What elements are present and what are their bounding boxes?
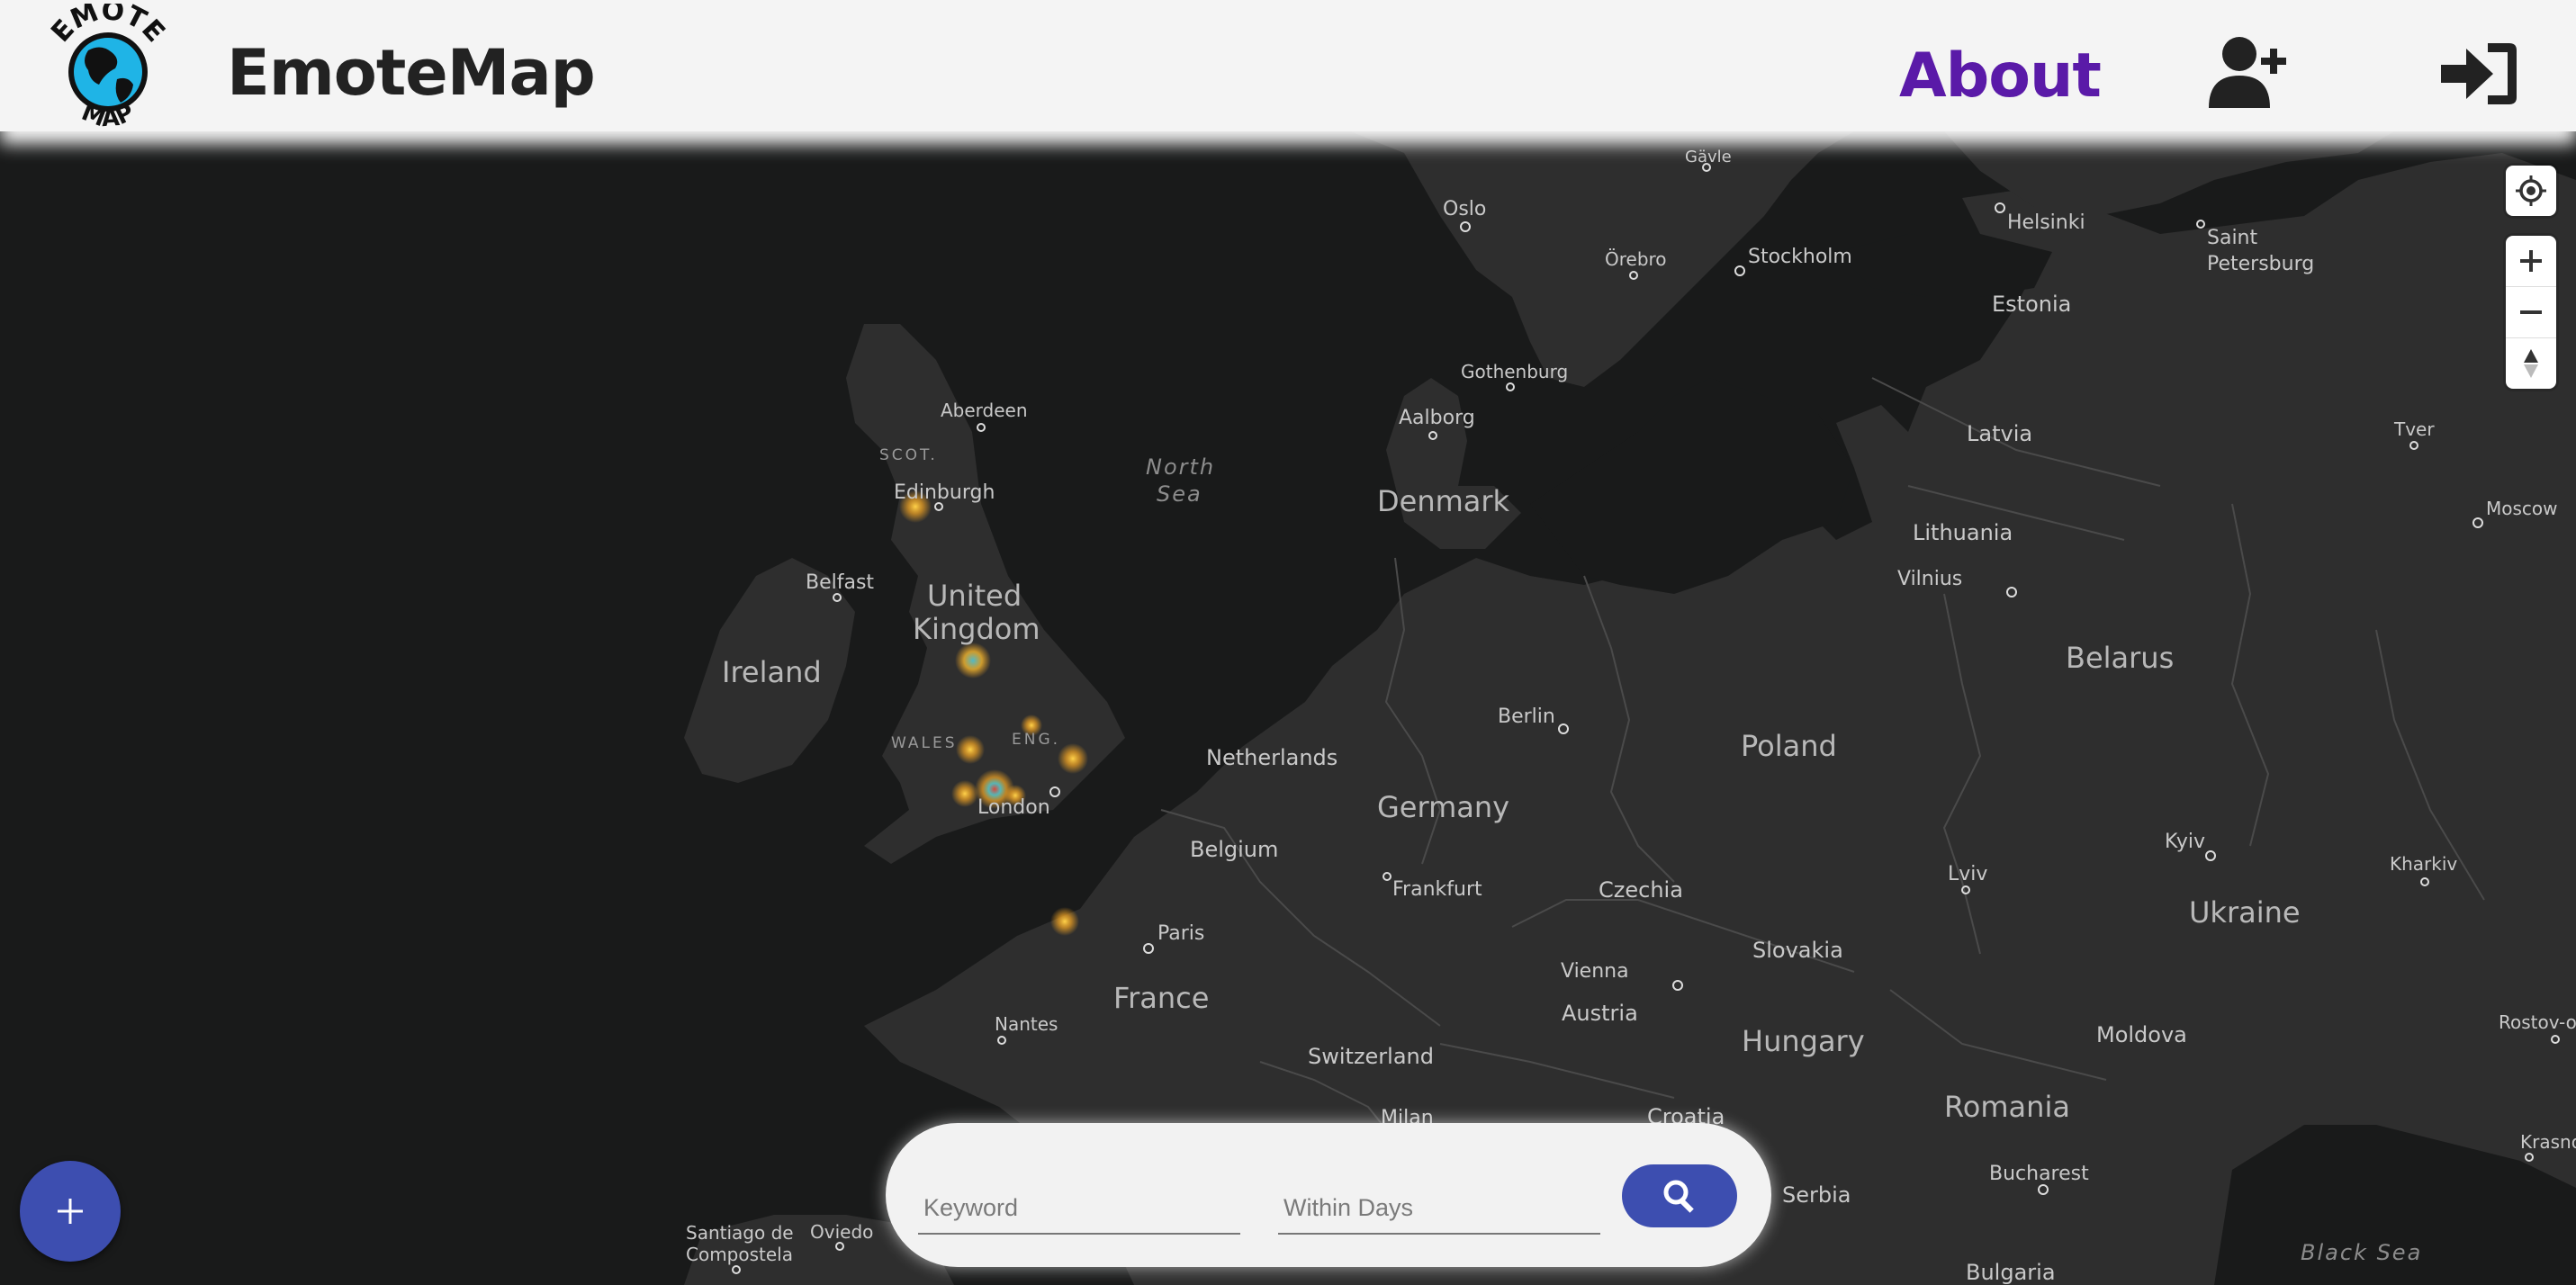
user-plus-icon[interactable]: [2203, 34, 2293, 115]
label-ukraine: Ukraine: [2189, 895, 2301, 930]
label-latvia: Latvia: [1967, 421, 2032, 446]
compass-button[interactable]: [2506, 337, 2556, 389]
label-poland: Poland: [1741, 729, 1837, 763]
label-hungary: Hungary: [1742, 1024, 1865, 1058]
label-vilnius: Vilnius: [1897, 568, 1962, 590]
label-tver: Tver: [2393, 418, 2435, 440]
label-bucharest: Bucharest: [1989, 1163, 2089, 1185]
label-kingdom: Kingdom: [913, 612, 1040, 646]
label-scot: SCOT.: [879, 446, 938, 464]
label-lithuania: Lithuania: [1913, 520, 2013, 545]
label-vienna: Vienna: [1561, 960, 1629, 983]
label-lviv: Lviv: [1948, 863, 1987, 885]
label-paris: Paris: [1157, 922, 1204, 945]
within-days-input[interactable]: [1278, 1182, 1600, 1235]
label-denmark: Denmark: [1377, 484, 1510, 518]
label-austria: Austria: [1562, 1001, 1638, 1026]
zoom-out-button[interactable]: [2506, 286, 2556, 337]
label-kyiv: Kyiv: [2165, 831, 2205, 853]
label-wales: WALES: [891, 734, 958, 752]
label-compostela: Compostela: [686, 1244, 793, 1265]
label-north: North: [1146, 454, 1215, 480]
label-belfast: Belfast: [806, 571, 874, 594]
label-gavle: Gävle: [1685, 148, 1732, 166]
label-edinburgh: Edinburgh: [894, 481, 995, 504]
label-oslo: Oslo: [1443, 198, 1486, 220]
zoom-controls: [2506, 236, 2556, 389]
label-germany: Germany: [1377, 790, 1509, 824]
search-icon: [1663, 1180, 1694, 1213]
label-stockholm: Stockholm: [1748, 246, 1852, 268]
label-berlin: Berlin: [1498, 705, 1555, 728]
label-london: London: [977, 796, 1050, 819]
label-romania: Romania: [1944, 1090, 2070, 1124]
label-belgium: Belgium: [1190, 837, 1278, 862]
label-sea: Sea: [1157, 481, 1202, 507]
label-orebro: Örebro: [1605, 248, 1667, 270]
label-netherlands: Netherlands: [1206, 745, 1338, 770]
add-emote-button[interactable]: [20, 1161, 121, 1262]
label-helsinki: Helsinki: [2007, 211, 2085, 234]
label-aberdeen: Aberdeen: [941, 400, 1028, 421]
label-united: United: [927, 579, 1022, 613]
label-moscow: Moscow: [2486, 498, 2558, 519]
label-santiago: Santiago de: [686, 1222, 794, 1244]
label-slovakia: Slovakia: [1752, 938, 1843, 963]
search-button[interactable]: [1622, 1164, 1737, 1227]
label-petersburg: Petersburg: [2207, 253, 2314, 275]
label-aalborg: Aalborg: [1399, 407, 1475, 429]
label-nantes: Nantes: [995, 1013, 1058, 1035]
label-switzerland: Switzerland: [1308, 1044, 1434, 1069]
label-rostov: Rostov-on: [2499, 1011, 2576, 1033]
label-gothenburg: Gothenburg: [1461, 361, 1568, 382]
plus-icon: [58, 1199, 83, 1224]
compass-icon: [2524, 349, 2538, 378]
label-belarus: Belarus: [2066, 641, 2174, 675]
label-oviedo: Oviedo: [810, 1221, 873, 1243]
label-black-sea: Black Sea: [2301, 1240, 2422, 1265]
label-france: France: [1113, 981, 1209, 1015]
label-bulgaria: Bulgaria: [1966, 1260, 2056, 1285]
plus-icon: [2520, 250, 2542, 272]
label-ireland: Ireland: [722, 655, 822, 689]
label-krasnodar: Krasnodar: [2520, 1131, 2576, 1153]
locate-icon[interactable]: [2506, 166, 2556, 216]
zoom-in-button[interactable]: [2506, 236, 2556, 286]
label-moldova: Moldova: [2096, 1022, 2187, 1047]
geolocate-control[interactable]: [2506, 166, 2556, 216]
minus-icon: [2520, 310, 2542, 314]
label-kharkiv: Kharkiv: [2390, 853, 2457, 875]
about-link[interactable]: About: [1899, 40, 2102, 112]
label-frankfurt: Frankfurt: [1392, 878, 1482, 901]
top-navbar: EMOTE MAP EmoteMap About: [0, 0, 2576, 132]
brand-title[interactable]: EmoteMap: [227, 36, 596, 110]
label-saint: Saint: [2207, 227, 2258, 249]
sign-in-icon[interactable]: [2434, 34, 2524, 115]
search-panel: [886, 1123, 1771, 1267]
label-estonia: Estonia: [1992, 292, 2071, 317]
label-czechia: Czechia: [1599, 877, 1683, 903]
label-serbia: Serbia: [1782, 1182, 1851, 1208]
label-eng: ENG.: [1012, 731, 1060, 749]
emotemap-logo[interactable]: EMOTE MAP: [36, 0, 180, 135]
keyword-input[interactable]: [918, 1182, 1240, 1235]
map-canvas[interactable]: Oslo Helsinki Saint Petersburg Örebro St…: [0, 131, 2576, 1285]
